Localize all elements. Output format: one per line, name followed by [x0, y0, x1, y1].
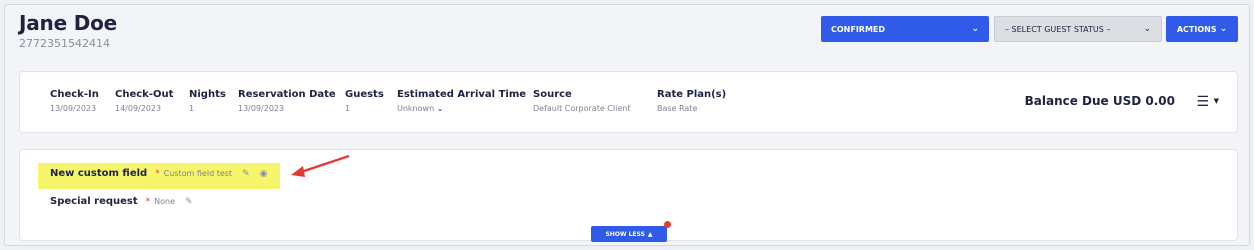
- special-request-label: Special request: [50, 196, 138, 207]
- caret-up-icon: ▲: [647, 230, 653, 238]
- source-column: Source Default Corporate Client: [533, 89, 630, 113]
- chevron-down-icon: ⌄: [1219, 24, 1228, 34]
- rate-plan-column: Rate Plan(s) Base Rate: [657, 89, 726, 113]
- actions-button[interactable]: ACTIONS ⌄: [1166, 16, 1238, 42]
- arrival-time-column: Estimated Arrival Time Unknown ⌄: [397, 89, 526, 113]
- actions-label: ACTIONS: [1176, 24, 1217, 34]
- checkout-label: Check-Out: [115, 89, 174, 100]
- checkin-value: 13/09/2023: [50, 104, 97, 113]
- guests-label: Guests: [345, 89, 384, 100]
- chevron-down-icon: ⌄: [971, 24, 979, 34]
- custom-field-label: New custom field: [50, 168, 148, 179]
- arrival-time-value: Unknown: [397, 104, 435, 113]
- guest-status-label: – SELECT GUEST STATUS –: [1005, 24, 1111, 34]
- reservation-summary-card: Check-In 13/09/2023 Check-Out 14/09/2023…: [19, 71, 1238, 133]
- nights-label: Nights: [189, 89, 226, 100]
- caret-down-icon: ▼: [1213, 97, 1219, 105]
- reservation-number: 2772351542414: [19, 37, 110, 50]
- nights-value: 1: [189, 104, 195, 113]
- guests-column: Guests 1: [345, 89, 384, 113]
- show-less-button[interactable]: SHOW LESS ▲: [591, 226, 667, 242]
- chevron-down-icon: ⌄: [436, 104, 444, 113]
- custom-field-row: New custom field * Custom field test ✎ ◉: [50, 168, 267, 179]
- reservation-panel: Jane Doe 2772351542414 CONFIRMED ⌄ – SEL…: [4, 4, 1250, 246]
- reservation-status-label: CONFIRMED: [831, 24, 886, 34]
- reservation-date-label: Reservation Date: [238, 89, 336, 100]
- arrival-time-label: Estimated Arrival Time: [397, 89, 527, 100]
- nights-column: Nights 1: [189, 89, 226, 113]
- source-value: Default Corporate Client: [533, 104, 631, 113]
- source-label: Source: [533, 89, 572, 100]
- pencil-icon[interactable]: ✎: [185, 197, 193, 207]
- special-request-value: None: [154, 197, 176, 206]
- eye-slash-icon[interactable]: ◉: [260, 169, 268, 179]
- reservation-date-value: 13/09/2023: [238, 104, 285, 113]
- checkout-column: Check-Out 14/09/2023: [115, 89, 173, 113]
- pencil-icon[interactable]: ✎: [242, 169, 250, 179]
- checkin-column: Check-In 13/09/2023: [50, 89, 99, 113]
- rate-plan-label: Rate Plan(s): [657, 89, 727, 100]
- required-mark: *: [145, 196, 151, 207]
- reservation-status-dropdown[interactable]: CONFIRMED ⌄: [821, 16, 989, 42]
- guests-value: 1: [345, 104, 351, 113]
- show-less-label: SHOW LESS: [605, 230, 645, 238]
- checkin-label: Check-In: [50, 89, 99, 100]
- reservation-date-column: Reservation Date 13/09/2023: [238, 89, 336, 113]
- custom-field-value: Custom field test: [163, 169, 233, 178]
- arrival-time-dropdown[interactable]: Unknown ⌄: [397, 104, 526, 113]
- chevron-down-icon: ⌄: [1143, 24, 1151, 34]
- rate-plan-value: Base Rate: [657, 104, 698, 113]
- annotation-arrow: [291, 154, 350, 177]
- notification-dot: [664, 221, 671, 228]
- special-request-row: Special request * None ✎: [50, 196, 193, 207]
- guest-status-dropdown[interactable]: – SELECT GUEST STATUS – ⌄: [994, 16, 1162, 42]
- guest-name: Jane Doe: [19, 11, 118, 35]
- checkout-value: 14/09/2023: [115, 104, 162, 113]
- hamburger-icon[interactable]: ☰: [1196, 94, 1209, 110]
- balance-due: Balance Due USD 0.00: [1024, 94, 1175, 108]
- required-mark: *: [155, 168, 160, 179]
